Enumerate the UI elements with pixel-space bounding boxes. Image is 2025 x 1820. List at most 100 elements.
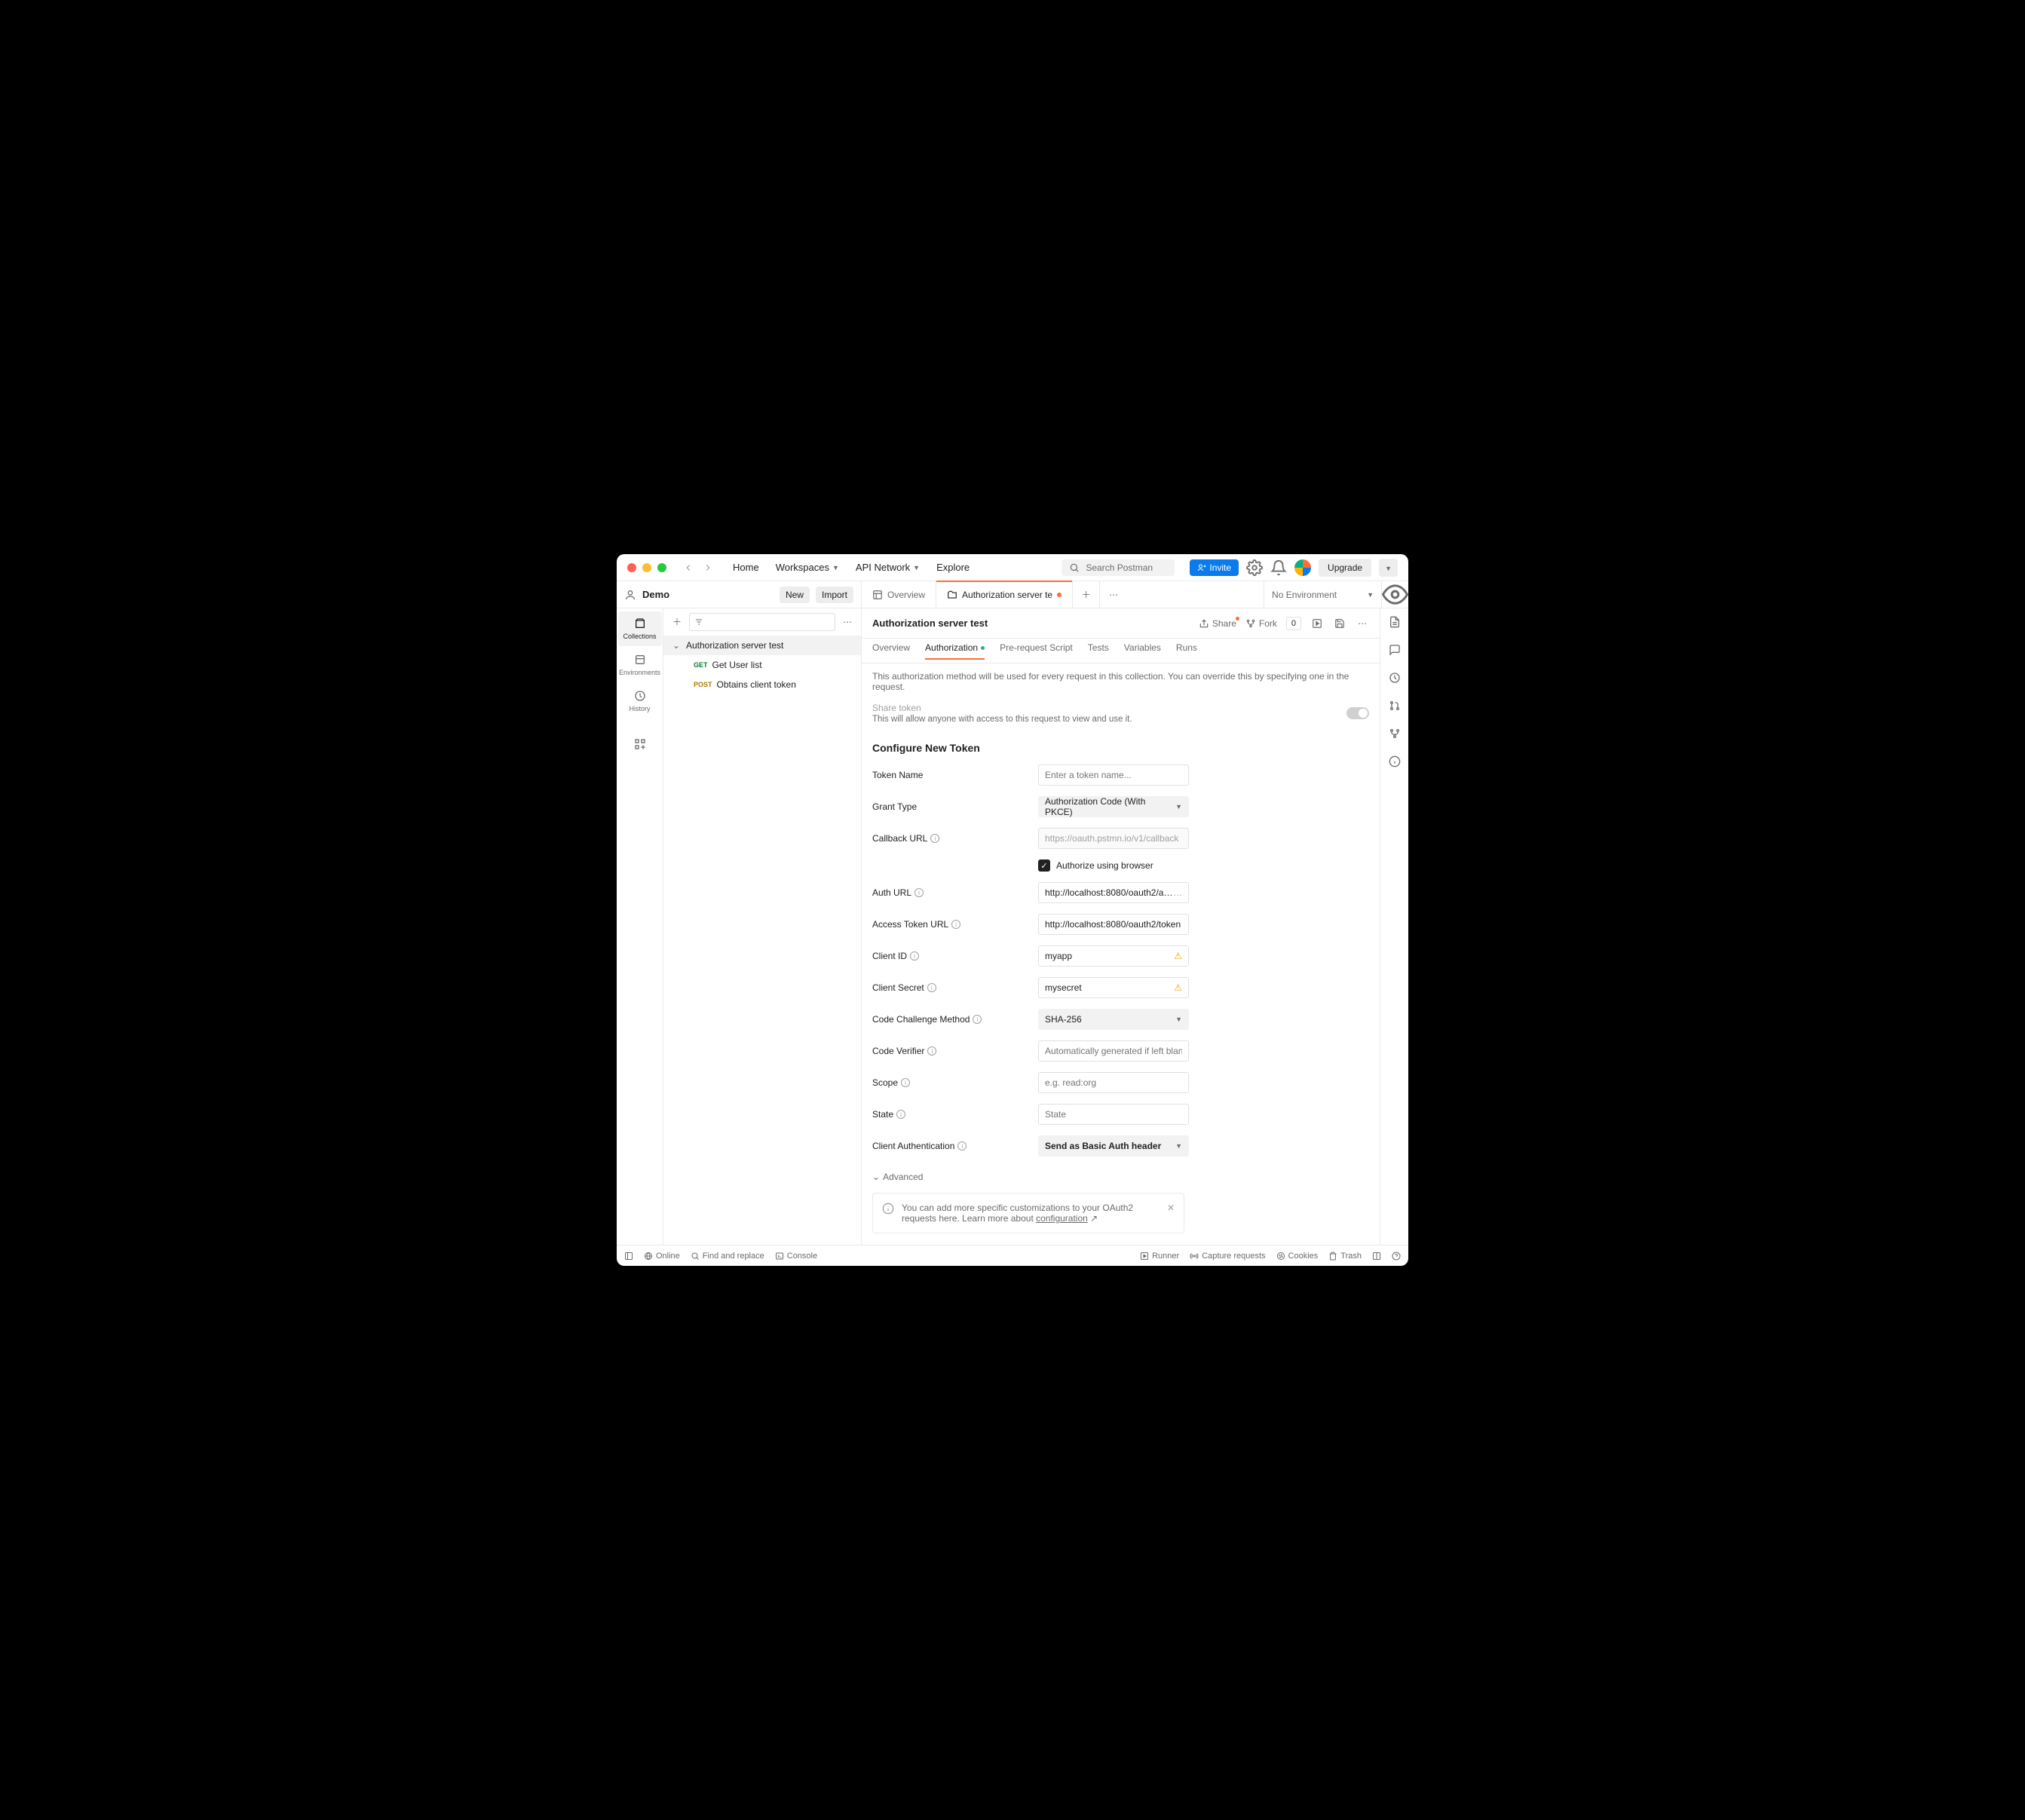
subtab-authorization[interactable]: Authorization <box>925 642 985 659</box>
cookies-button[interactable]: Cookies <box>1276 1252 1319 1261</box>
sidebar-create-button[interactable]: ＋ <box>669 614 685 630</box>
run-button[interactable] <box>1310 618 1324 629</box>
nav-workspaces[interactable]: Workspaces▼ <box>770 559 845 576</box>
info-icon[interactable]: i <box>910 951 919 961</box>
watchers-count[interactable]: 0 <box>1286 617 1301 630</box>
collection-row[interactable]: ⌄ Authorization server test <box>663 636 861 655</box>
online-status[interactable]: Online <box>644 1252 680 1261</box>
filter-icon <box>694 617 703 627</box>
upgrade-button[interactable]: Upgrade <box>1319 559 1371 577</box>
token-name-input[interactable] <box>1038 764 1189 786</box>
info-icon[interactable]: i <box>927 983 936 992</box>
sidebar-filter-input[interactable] <box>689 613 835 631</box>
upgrade-menu-button[interactable]: ▼ <box>1379 559 1398 577</box>
environment-picker[interactable]: No Environment ▼ <box>1264 581 1381 608</box>
info-icon[interactable]: i <box>901 1078 910 1087</box>
nav-explore[interactable]: Explore <box>930 559 976 576</box>
code-challenge-select[interactable]: SHA-256▼ <box>1038 1009 1189 1030</box>
save-button[interactable] <box>1333 618 1346 629</box>
comments-button[interactable] <box>1389 644 1401 658</box>
info-icon <box>882 1203 894 1215</box>
more-actions-button[interactable]: ⋯ <box>1356 618 1369 629</box>
person-add-icon <box>1197 563 1206 572</box>
rail-configure[interactable] <box>618 732 662 756</box>
subtab-pre-request-script[interactable]: Pre-request Script <box>1000 642 1073 659</box>
scope-input[interactable] <box>1038 1072 1189 1093</box>
info-icon[interactable]: i <box>957 1141 967 1151</box>
share-token-toggle[interactable] <box>1346 707 1369 719</box>
subtab-overview[interactable]: Overview <box>872 642 910 659</box>
nav-forward-button[interactable] <box>700 559 716 576</box>
console-button[interactable]: Console <box>775 1252 817 1261</box>
sidebar-more-button[interactable]: ⋯ <box>840 617 855 627</box>
search-input[interactable]: Search Postman <box>1062 559 1175 576</box>
advanced-toggle[interactable]: ⌄Advanced <box>872 1172 1369 1182</box>
close-window-icon[interactable] <box>627 563 636 572</box>
subtab-tests[interactable]: Tests <box>1088 642 1109 659</box>
info-icon[interactable]: i <box>951 920 960 929</box>
window-controls[interactable] <box>627 563 666 572</box>
notifications-button[interactable] <box>1270 559 1287 576</box>
client-id-input[interactable]: myapp⚠ <box>1038 945 1189 967</box>
bell-icon <box>1270 559 1287 576</box>
label-token-name: Token Name <box>872 770 1031 780</box>
tab-overview[interactable]: Overview <box>862 581 936 608</box>
authorize-browser-checkbox[interactable]: ✓ <box>1038 859 1050 872</box>
help-button[interactable] <box>1392 1252 1401 1261</box>
code-verifier-input[interactable] <box>1038 1040 1189 1062</box>
import-button[interactable]: Import <box>816 587 853 603</box>
maximize-window-icon[interactable] <box>657 563 666 572</box>
subtab-variables[interactable]: Variables <box>1124 642 1161 659</box>
grant-type-select[interactable]: Authorization Code (With PKCE)▼ <box>1038 796 1189 817</box>
chevron-down-icon: ▼ <box>913 564 920 571</box>
two-pane-button[interactable] <box>1372 1252 1381 1261</box>
client-authentication-select[interactable]: Send as Basic Auth header▼ <box>1038 1135 1189 1157</box>
rail-environments[interactable]: Environments <box>618 648 662 682</box>
info-icon[interactable]: i <box>914 888 924 897</box>
docs-button[interactable] <box>1389 616 1401 630</box>
title-bar: Home Workspaces▼ API Network▼ Explore Se… <box>617 554 1408 581</box>
state-input[interactable] <box>1038 1104 1189 1125</box>
auth-url-input[interactable]: http://localhost:8080/oauth2/author… <box>1038 882 1189 903</box>
label-code-verifier: Code Verifieri <box>872 1046 1031 1056</box>
changelog-button[interactable] <box>1389 672 1401 686</box>
nav-api-network[interactable]: API Network▼ <box>850 559 926 576</box>
subtab-runs[interactable]: Runs <box>1176 642 1197 659</box>
info-icon[interactable]: i <box>973 1015 982 1024</box>
request-row-obtains-client-token[interactable]: POST Obtains client token <box>663 675 861 694</box>
settings-button[interactable] <box>1246 559 1263 576</box>
info-icon[interactable]: i <box>896 1110 905 1119</box>
tab-add-button[interactable]: ＋ <box>1073 581 1100 608</box>
info-icon[interactable]: i <box>930 834 939 843</box>
forks-button[interactable] <box>1389 728 1401 742</box>
info-icon[interactable]: i <box>927 1046 936 1056</box>
sidebar-toggle-button[interactable] <box>624 1252 633 1261</box>
rail-history[interactable]: History <box>618 684 662 719</box>
avatar[interactable] <box>1294 559 1311 576</box>
environment-quick-look-button[interactable] <box>1381 581 1408 608</box>
workspace-name[interactable]: Demo <box>642 589 669 600</box>
invite-button[interactable]: Invite <box>1190 559 1239 576</box>
nav-back-button[interactable] <box>680 559 697 576</box>
share-button[interactable]: Share <box>1199 618 1236 629</box>
new-button[interactable]: New <box>780 587 810 603</box>
play-icon <box>1140 1252 1149 1261</box>
pull-requests-button[interactable] <box>1389 700 1401 714</box>
callback-url-input[interactable]: https://oauth.pstmn.io/v1/callback <box>1038 828 1189 849</box>
info-box-close-button[interactable]: ✕ <box>1167 1203 1175 1213</box>
capture-requests-button[interactable]: Capture requests <box>1190 1252 1265 1261</box>
runner-button[interactable]: Runner <box>1140 1252 1179 1261</box>
tab-more-button[interactable]: ⋯ <box>1100 581 1127 608</box>
trash-button[interactable]: Trash <box>1328 1252 1362 1261</box>
fork-button[interactable]: Fork <box>1245 618 1277 629</box>
minimize-window-icon[interactable] <box>642 563 651 572</box>
client-secret-input[interactable]: mysecret⚠ <box>1038 977 1189 998</box>
access-token-url-input[interactable]: http://localhost:8080/oauth2/token <box>1038 914 1189 935</box>
request-row-get-user-list[interactable]: GET Get User list <box>663 655 861 675</box>
info-button[interactable] <box>1389 755 1401 770</box>
configuration-link[interactable]: configuration <box>1036 1213 1088 1224</box>
rail-collections[interactable]: Collections <box>618 611 662 646</box>
find-replace-button[interactable]: Find and replace <box>691 1252 764 1261</box>
tab-authorization-server-test[interactable]: Authorization server te <box>936 581 1073 608</box>
nav-home[interactable]: Home <box>727 559 765 576</box>
